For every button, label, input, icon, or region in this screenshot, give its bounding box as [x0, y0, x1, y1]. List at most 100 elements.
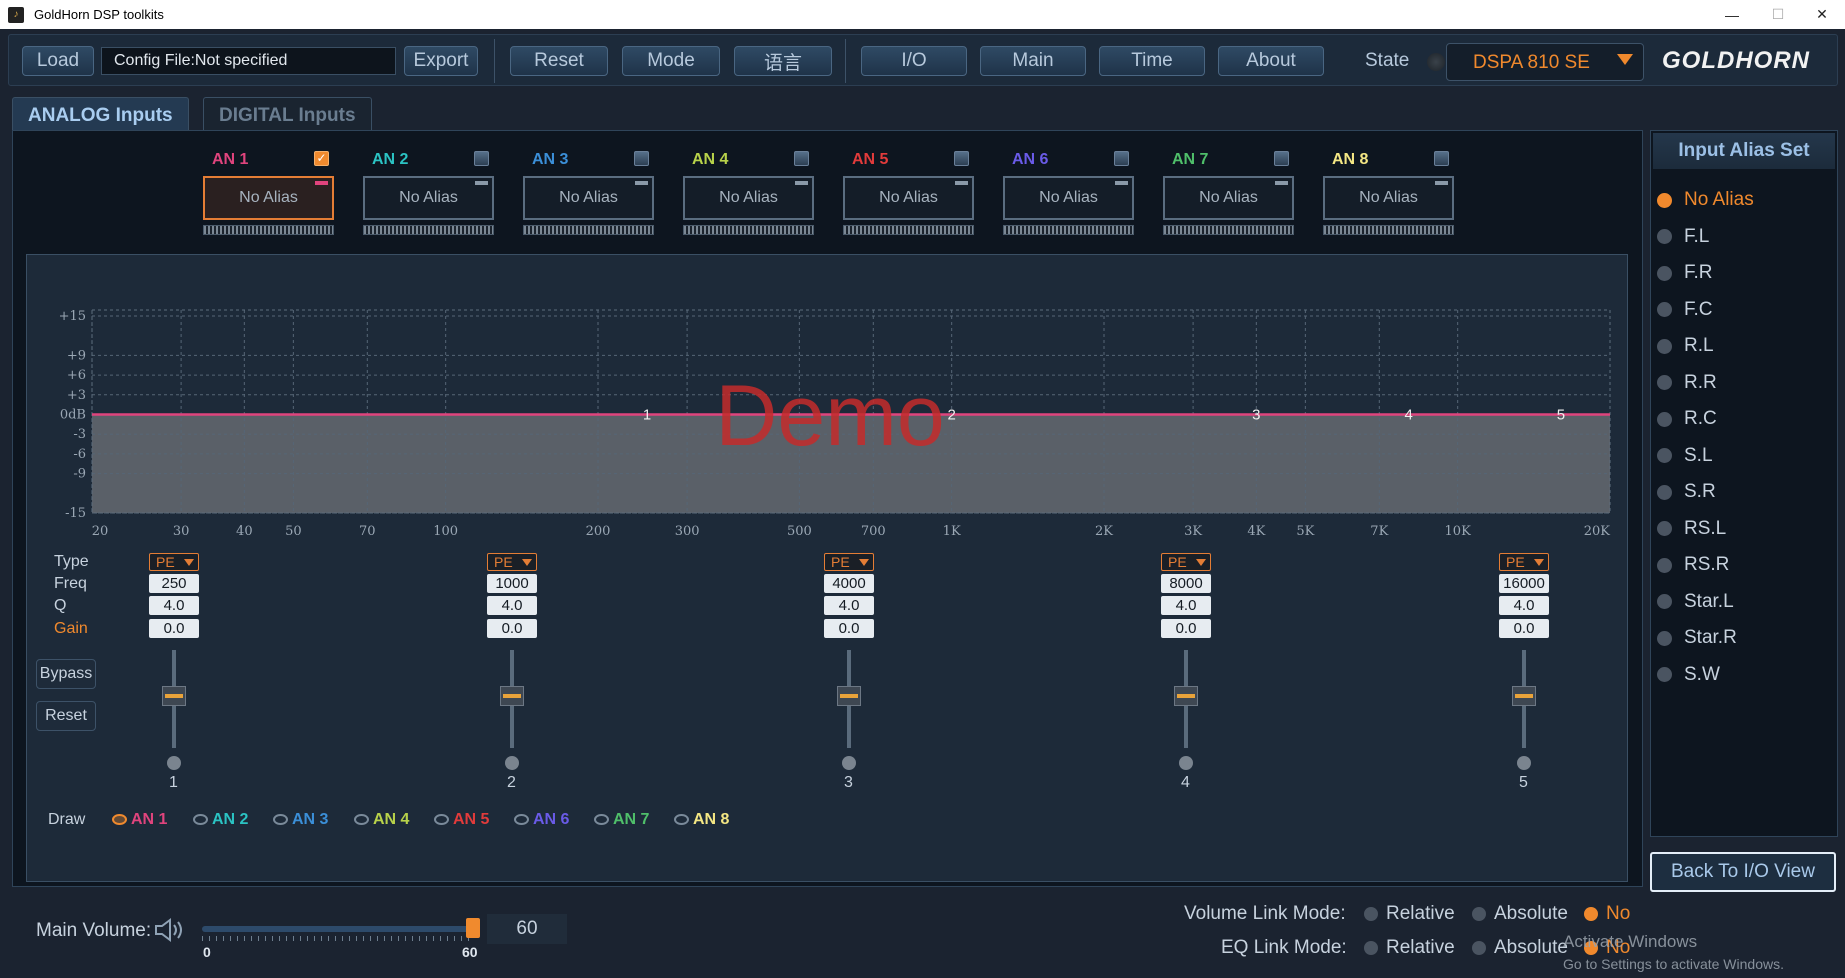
activate-windows-title: Activate Windows	[1563, 932, 1698, 951]
eq-y-tick: +9	[67, 348, 86, 363]
eq-band-marker-1[interactable]: 1	[643, 407, 651, 424]
alias-option-s-l[interactable]: S.L	[1657, 445, 1713, 467]
band-gain-slider-thumb[interactable]	[1512, 686, 1536, 706]
band-gain-field[interactable]: 0.0	[487, 619, 537, 638]
eq-y-tick: +15	[59, 309, 86, 324]
volume-slider-thumb[interactable]	[466, 918, 480, 938]
band-enable-knob[interactable]	[1179, 756, 1193, 770]
band-gain-slider-thumb[interactable]	[837, 686, 861, 706]
draw-toggle-label: AN 5	[453, 811, 490, 828]
activate-windows-subtitle: Go to Settings to activate Windows.	[1563, 956, 1784, 972]
band-number: 5	[1519, 774, 1528, 791]
band-freq-field[interactable]: 8000	[1161, 574, 1211, 593]
band-type-select[interactable]: PE	[149, 553, 199, 571]
alias-option-star-l[interactable]: Star.L	[1657, 591, 1734, 613]
draw-toggle-4[interactable]: AN 4	[354, 811, 409, 829]
eye-icon	[273, 814, 288, 825]
band-q-field[interactable]: 4.0	[487, 596, 537, 615]
volume-slider-track[interactable]	[202, 926, 474, 932]
draw-toggle-label: AN 4	[373, 811, 410, 828]
draw-toggle-6[interactable]: AN 6	[514, 811, 569, 829]
band-gain-slider-thumb[interactable]	[162, 686, 186, 706]
band-type-select[interactable]: PE	[824, 553, 874, 571]
band-gain-field[interactable]: 0.0	[149, 619, 199, 638]
eq-band-marker-3[interactable]: 3	[1252, 407, 1260, 424]
band-freq-field[interactable]: 250	[149, 574, 199, 593]
back-to-io-button[interactable]: Back To I/O View	[1650, 852, 1836, 892]
alias-option-rs-r[interactable]: RS.R	[1657, 554, 1729, 576]
alias-option-label: R.R	[1684, 371, 1717, 393]
option-label: Relative	[1386, 903, 1455, 924]
band-number: 4	[1181, 774, 1190, 791]
draw-label: Draw	[48, 811, 86, 828]
main-volume-label: Main Volume:	[36, 920, 152, 941]
band-type-select[interactable]: PE	[1499, 553, 1549, 571]
eq-graph[interactable]: +15+9+6+30dB-3-6-9-1520 30 40 50 70 100 200 300…	[0, 0, 1845, 978]
radio-icon	[1657, 521, 1672, 536]
alias-option-label: Star.L	[1684, 590, 1734, 612]
band-type-select[interactable]: PE	[487, 553, 537, 571]
volume-link-relative[interactable]: Relative	[1364, 903, 1455, 925]
volume-link-no[interactable]: No	[1584, 903, 1630, 925]
band-gain-field[interactable]: 0.0	[1499, 619, 1549, 638]
eq-x-tick: 1K	[943, 524, 961, 539]
band-q-field[interactable]: 4.0	[824, 596, 874, 615]
band-gain-field[interactable]: 0.0	[1161, 619, 1211, 638]
eq-x-tick: 700	[861, 524, 886, 539]
volume-link-mode-label: Volume Link Mode:	[1184, 903, 1346, 924]
band-gain-slider-thumb[interactable]	[1174, 686, 1198, 706]
volume-link-absolute[interactable]: Absolute	[1472, 903, 1568, 925]
draw-toggle-label: AN 3	[292, 811, 329, 828]
draw-toggle-5[interactable]: AN 5	[434, 811, 489, 829]
eq-x-tick: 5K	[1296, 524, 1314, 539]
alias-option-r-c[interactable]: R.C	[1657, 408, 1717, 430]
eq-link-relative[interactable]: Relative	[1364, 937, 1455, 959]
alias-option-r-r[interactable]: R.R	[1657, 372, 1717, 394]
band-q-field[interactable]: 4.0	[149, 596, 199, 615]
band-enable-knob[interactable]	[1517, 756, 1531, 770]
eq-x-tick: 3K	[1184, 524, 1202, 539]
eq-band-marker-4[interactable]: 4	[1404, 407, 1412, 424]
band-q-field[interactable]: 4.0	[1161, 596, 1211, 615]
eq-band-marker-2[interactable]: 2	[948, 407, 956, 424]
band-q-field[interactable]: 4.0	[1499, 596, 1549, 615]
band-gain-field[interactable]: 0.0	[824, 619, 874, 638]
draw-toggle-2[interactable]: AN 2	[193, 811, 248, 829]
radio-icon	[1364, 941, 1378, 955]
bypass-button[interactable]: Bypass	[36, 659, 96, 689]
eq-x-tick: 70	[359, 524, 376, 539]
band-enable-knob[interactable]	[167, 756, 181, 770]
alias-option-label: F.C	[1684, 298, 1713, 320]
draw-toggle-8[interactable]: AN 8	[674, 811, 729, 829]
volume-max-label: 60	[462, 944, 478, 960]
alias-option-r-l[interactable]: R.L	[1657, 335, 1714, 357]
radio-icon	[1657, 594, 1672, 609]
draw-toggle-label: AN 2	[212, 811, 249, 828]
eq-reset-button[interactable]: Reset	[36, 701, 96, 731]
band-freq-field[interactable]: 4000	[824, 574, 874, 593]
band-enable-knob[interactable]	[842, 756, 856, 770]
eye-icon	[434, 814, 449, 825]
draw-toggle-1[interactable]: AN 1	[112, 811, 167, 829]
radio-icon	[1657, 448, 1672, 463]
band-type-select[interactable]: PE	[1161, 553, 1211, 571]
alias-option-f-r[interactable]: F.R	[1657, 262, 1713, 284]
alias-option-star-r[interactable]: Star.R	[1657, 627, 1737, 649]
band-enable-knob[interactable]	[505, 756, 519, 770]
alias-option-s-r[interactable]: S.R	[1657, 481, 1716, 503]
alias-option-f-l[interactable]: F.L	[1657, 226, 1709, 248]
volume-value[interactable]: 60	[487, 914, 567, 944]
alias-option-no-alias[interactable]: No Alias	[1657, 189, 1754, 211]
alias-option-rs-l[interactable]: RS.L	[1657, 518, 1726, 540]
band-freq-field[interactable]: 1000	[487, 574, 537, 593]
eq-link-absolute[interactable]: Absolute	[1472, 937, 1568, 959]
eye-icon	[674, 814, 689, 825]
draw-toggle-7[interactable]: AN 7	[594, 811, 649, 829]
band-gain-slider-thumb[interactable]	[500, 686, 524, 706]
eq-band-marker-5[interactable]: 5	[1557, 407, 1565, 424]
alias-option-s-w[interactable]: S.W	[1657, 664, 1720, 686]
eq-y-tick: -15	[65, 506, 86, 521]
draw-toggle-3[interactable]: AN 3	[273, 811, 328, 829]
band-freq-field[interactable]: 16000	[1499, 574, 1549, 593]
alias-option-f-c[interactable]: F.C	[1657, 299, 1713, 321]
